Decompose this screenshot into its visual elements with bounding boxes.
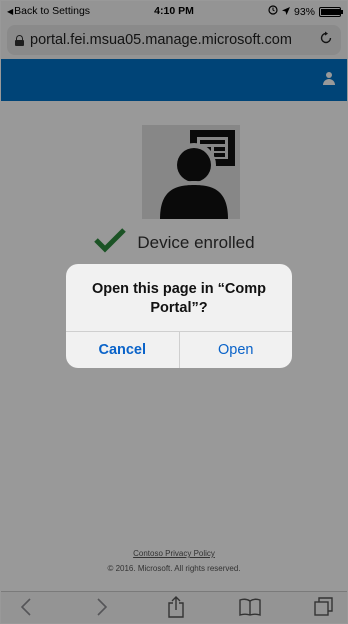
alert-actions: Cancel Open bbox=[66, 331, 292, 368]
cancel-button[interactable]: Cancel bbox=[66, 332, 180, 368]
phone-screen: ◀ Back to Settings 4:10 PM 93% portal.fe… bbox=[0, 0, 348, 624]
alert-message: Open this page in “Comp Portal”? bbox=[91, 281, 266, 316]
open-in-app-alert: Open this page in “Comp Portal”? Cancel … bbox=[66, 264, 292, 368]
open-button[interactable]: Open bbox=[180, 332, 293, 368]
